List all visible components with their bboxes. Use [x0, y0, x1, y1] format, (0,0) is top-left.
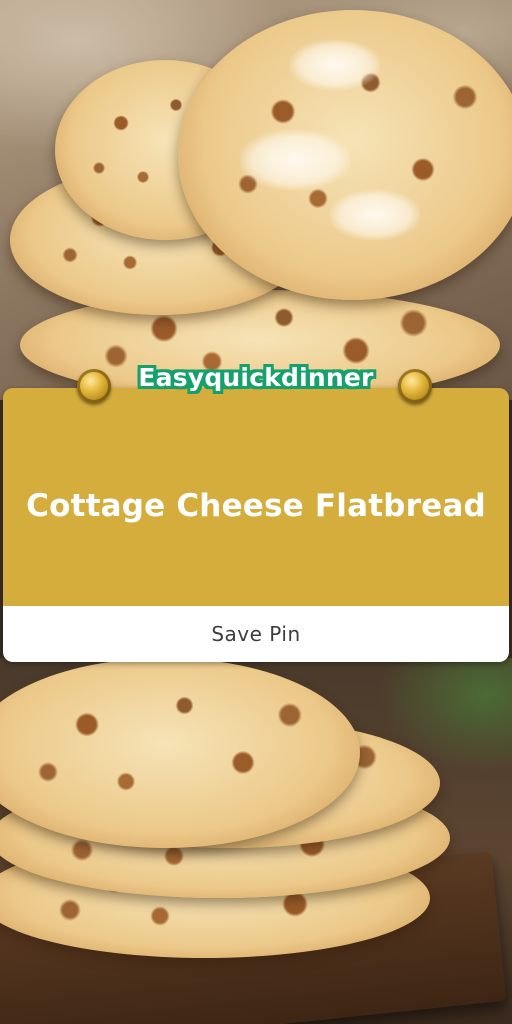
- bottom-food-photo: [0, 658, 512, 1024]
- save-pin-label: Save Pin: [211, 622, 301, 646]
- pushpin-icon: [398, 369, 432, 403]
- recipe-title: Cottage Cheese Flatbread: [26, 488, 486, 524]
- title-panel: Cottage Cheese Flatbread: [3, 388, 509, 606]
- title-card: Cottage Cheese Flatbread Save Pin: [3, 388, 509, 662]
- cheese-topping: [330, 190, 420, 240]
- cheese-topping: [240, 130, 350, 190]
- top-food-photo: [0, 0, 512, 400]
- pushpin-icon: [77, 369, 111, 403]
- cheese-topping: [290, 40, 380, 90]
- save-pin-button[interactable]: Save Pin: [3, 606, 509, 662]
